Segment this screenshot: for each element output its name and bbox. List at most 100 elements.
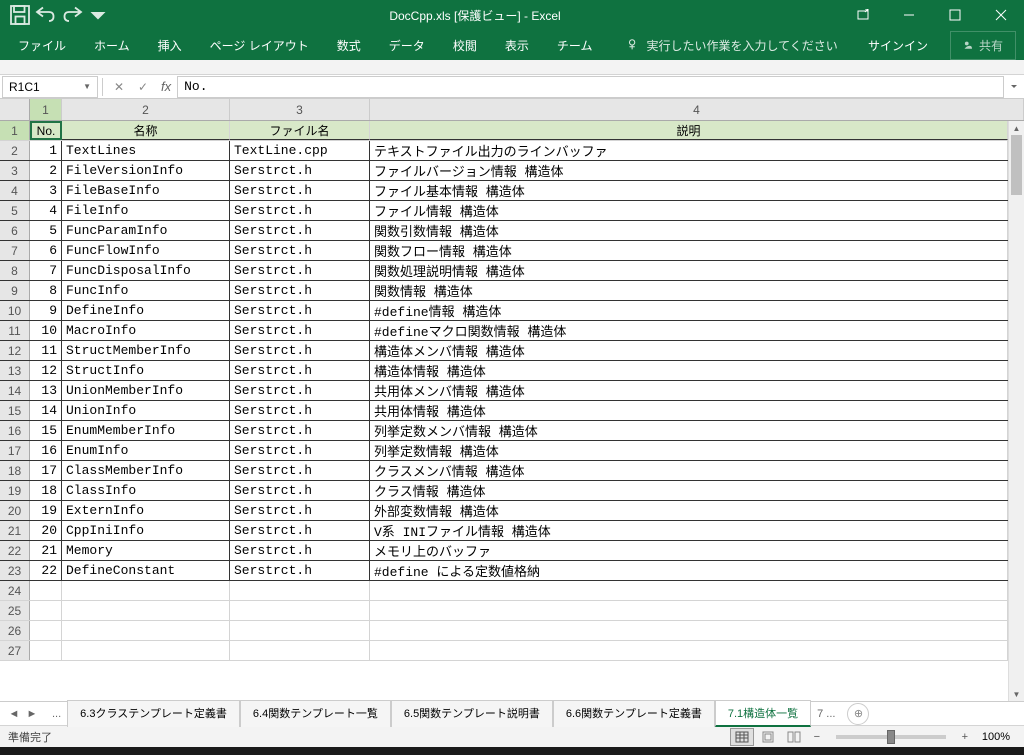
vertical-scrollbar[interactable]: ▲ ▼ bbox=[1008, 121, 1024, 701]
cell[interactable]: Serstrct.h bbox=[230, 401, 370, 420]
cell[interactable] bbox=[230, 621, 370, 640]
cell[interactable]: Serstrct.h bbox=[230, 361, 370, 380]
row-header[interactable]: 9 bbox=[0, 281, 30, 300]
column-header[interactable]: 2 bbox=[62, 99, 230, 120]
row-header[interactable]: 1 bbox=[0, 121, 30, 140]
sheet-tab[interactable]: 7.1構造体一覧 bbox=[715, 700, 811, 727]
signin-link[interactable]: サインイン bbox=[854, 30, 942, 61]
ribbon-tab[interactable]: 表示 bbox=[491, 30, 543, 61]
cell[interactable]: 12 bbox=[30, 361, 62, 380]
tab-nav-prev-icon[interactable]: ◄ bbox=[6, 704, 22, 724]
ribbon-tab[interactable]: 挿入 bbox=[144, 30, 196, 61]
zoom-out-button[interactable]: − bbox=[808, 728, 826, 746]
undo-icon[interactable] bbox=[34, 3, 58, 27]
row-header[interactable]: 5 bbox=[0, 201, 30, 220]
cell[interactable]: Serstrct.h bbox=[230, 381, 370, 400]
ribbon-tab[interactable]: チーム bbox=[543, 30, 607, 61]
cell[interactable]: ファイル基本情報 構造体 bbox=[370, 181, 1008, 200]
cell[interactable] bbox=[370, 581, 1008, 600]
cell[interactable]: 関数情報 構造体 bbox=[370, 281, 1008, 300]
cell[interactable]: FuncDisposalInfo bbox=[62, 261, 230, 280]
cell[interactable]: メモリ上のバッファ bbox=[370, 541, 1008, 560]
cell[interactable]: TextLine.cpp bbox=[230, 141, 370, 160]
sheet-tab[interactable]: 6.4関数テンプレート一覧 bbox=[240, 700, 391, 727]
row-header[interactable]: 25 bbox=[0, 601, 30, 620]
cell[interactable]: FileBaseInfo bbox=[62, 181, 230, 200]
cell[interactable]: Serstrct.h bbox=[230, 561, 370, 580]
cell[interactable]: 10 bbox=[30, 321, 62, 340]
row-header[interactable]: 13 bbox=[0, 361, 30, 380]
tab-overflow-right[interactable]: 7 ... bbox=[811, 708, 841, 720]
cell[interactable]: 16 bbox=[30, 441, 62, 460]
close-button[interactable] bbox=[978, 0, 1024, 30]
cell[interactable]: #define情報 構造体 bbox=[370, 301, 1008, 320]
fx-icon[interactable]: fx bbox=[155, 79, 177, 94]
cell[interactable]: 共用体メンバ情報 構造体 bbox=[370, 381, 1008, 400]
row-header[interactable]: 4 bbox=[0, 181, 30, 200]
cell[interactable]: 9 bbox=[30, 301, 62, 320]
scroll-down-icon[interactable]: ▼ bbox=[1009, 687, 1024, 701]
cell[interactable]: Serstrct.h bbox=[230, 221, 370, 240]
row-header[interactable]: 11 bbox=[0, 321, 30, 340]
cell[interactable]: 19 bbox=[30, 501, 62, 520]
cell[interactable]: 構造体情報 構造体 bbox=[370, 361, 1008, 380]
formula-input[interactable]: No. bbox=[177, 76, 1004, 98]
chevron-down-icon[interactable]: ▼ bbox=[83, 82, 91, 91]
cell[interactable]: 構造体メンバ情報 構造体 bbox=[370, 341, 1008, 360]
cell[interactable]: TextLines bbox=[62, 141, 230, 160]
cell[interactable]: 列挙定数メンバ情報 構造体 bbox=[370, 421, 1008, 440]
cell[interactable]: UnionInfo bbox=[62, 401, 230, 420]
cell[interactable]: 外部変数情報 構造体 bbox=[370, 501, 1008, 520]
cell[interactable] bbox=[230, 581, 370, 600]
cell[interactable]: Serstrct.h bbox=[230, 301, 370, 320]
maximize-button[interactable] bbox=[932, 0, 978, 30]
cell[interactable]: Serstrct.h bbox=[230, 261, 370, 280]
cell[interactable]: Serstrct.h bbox=[230, 461, 370, 480]
cell[interactable]: Serstrct.h bbox=[230, 161, 370, 180]
cell[interactable]: 15 bbox=[30, 421, 62, 440]
cell[interactable]: FileInfo bbox=[62, 201, 230, 220]
cell[interactable]: StructMemberInfo bbox=[62, 341, 230, 360]
cell[interactable]: EnumMemberInfo bbox=[62, 421, 230, 440]
zoom-in-button[interactable]: + bbox=[956, 728, 974, 746]
row-header[interactable]: 19 bbox=[0, 481, 30, 500]
cell[interactable]: テキストファイル出力のラインバッファ bbox=[370, 141, 1008, 160]
cell[interactable]: StructInfo bbox=[62, 361, 230, 380]
row-header[interactable]: 16 bbox=[0, 421, 30, 440]
row-header[interactable]: 26 bbox=[0, 621, 30, 640]
share-button[interactable]: 共有 bbox=[950, 31, 1016, 60]
column-header[interactable]: 4 bbox=[370, 99, 1024, 120]
qa-customize-icon[interactable] bbox=[86, 3, 110, 27]
cell[interactable] bbox=[230, 601, 370, 620]
row-header[interactable]: 18 bbox=[0, 461, 30, 480]
select-all-corner[interactable] bbox=[0, 99, 30, 120]
cell[interactable]: ClassInfo bbox=[62, 481, 230, 500]
cell[interactable] bbox=[370, 601, 1008, 620]
cell[interactable]: 4 bbox=[30, 201, 62, 220]
cell[interactable]: 18 bbox=[30, 481, 62, 500]
cell[interactable]: Serstrct.h bbox=[230, 481, 370, 500]
ribbon-tab[interactable]: 数式 bbox=[323, 30, 375, 61]
ribbon-tab[interactable]: ページ レイアウト bbox=[196, 30, 323, 61]
cell[interactable]: ファイルバージョン情報 構造体 bbox=[370, 161, 1008, 180]
scroll-thumb[interactable] bbox=[1011, 135, 1022, 195]
row-header[interactable]: 20 bbox=[0, 501, 30, 520]
zoom-slider[interactable] bbox=[836, 735, 946, 739]
row-header[interactable]: 24 bbox=[0, 581, 30, 600]
row-header[interactable]: 15 bbox=[0, 401, 30, 420]
cell[interactable]: EnumInfo bbox=[62, 441, 230, 460]
ribbon-display-icon[interactable] bbox=[840, 0, 886, 30]
cell[interactable]: 5 bbox=[30, 221, 62, 240]
row-header[interactable]: 22 bbox=[0, 541, 30, 560]
row-header[interactable]: 21 bbox=[0, 521, 30, 540]
zoom-percent[interactable]: 100% bbox=[976, 731, 1016, 743]
ribbon-tab[interactable]: データ bbox=[375, 30, 439, 61]
tab-nav-next-icon[interactable]: ► bbox=[24, 704, 40, 724]
cell[interactable]: クラス情報 構造体 bbox=[370, 481, 1008, 500]
grid-body[interactable]: 1 No. 名称 ファイル名 説明2 1 TextLines TextLine.… bbox=[0, 121, 1008, 701]
cell[interactable]: 関数引数情報 構造体 bbox=[370, 221, 1008, 240]
expand-formula-icon[interactable] bbox=[1004, 82, 1024, 92]
page-layout-view-icon[interactable] bbox=[756, 728, 780, 746]
cell[interactable] bbox=[370, 621, 1008, 640]
normal-view-icon[interactable] bbox=[730, 728, 754, 746]
